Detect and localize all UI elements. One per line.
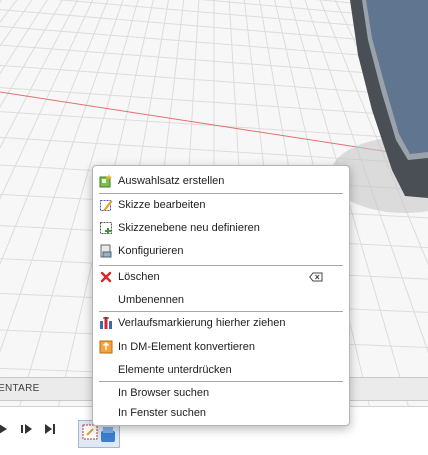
selection-set-icon	[99, 174, 113, 188]
step-forward-icon[interactable]	[20, 422, 34, 436]
convert-dm-icon	[99, 340, 113, 354]
menu-item-skizzenebene-neu-definieren[interactable]: Skizzenebene neu definieren	[93, 217, 349, 239]
menu-item-label: Löschen	[118, 271, 160, 283]
menu-item-skizze-bearbeiten[interactable]: Skizze bearbeiten	[93, 194, 349, 216]
menu-item-label: Elemente unterdrücken	[118, 364, 232, 376]
context-menu: Auswahlsatz erstellen Skizze bearbeiten …	[92, 165, 350, 426]
delete-icon	[99, 270, 113, 284]
menu-item-label: Verlaufsmarkierung hierher ziehen	[118, 317, 286, 329]
end-icon[interactable]	[43, 422, 57, 436]
menu-item-auswahlsatz-erstellen[interactable]: Auswahlsatz erstellen	[93, 170, 349, 192]
comments-panel-label: ENTARE	[0, 383, 40, 394]
edit-sketch-icon	[99, 198, 113, 212]
menu-item-label: Umbenennen	[118, 294, 185, 306]
menu-item-konfigurieren[interactable]: Konfigurieren	[93, 240, 349, 262]
backspace-key-icon	[309, 272, 323, 282]
menu-item-in-dm-element-konvertieren[interactable]: In DM-Element konvertieren	[93, 336, 349, 358]
menu-item-elemente-unterdruecken[interactable]: Elemente unterdrücken	[93, 359, 349, 381]
menu-item-label: Konfigurieren	[118, 245, 184, 257]
menu-item-label: In DM-Element konvertieren	[118, 341, 255, 353]
configure-icon	[99, 244, 113, 258]
menu-item-label: Skizzenebene neu definieren	[118, 222, 260, 234]
menu-item-in-fenster-suchen[interactable]: In Fenster suchen	[93, 402, 349, 424]
menu-item-label: In Browser suchen	[118, 387, 210, 399]
redefine-plane-icon	[99, 221, 113, 235]
history-marker-icon	[99, 316, 113, 330]
play-icon[interactable]	[0, 422, 10, 436]
menu-item-verlaufsmarkierung-hierher-ziehen[interactable]: Verlaufsmarkierung hierher ziehen	[93, 312, 349, 334]
menu-item-label: In Fenster suchen	[118, 407, 207, 419]
menu-item-label: Auswahlsatz erstellen	[118, 175, 225, 187]
menu-item-in-browser-suchen[interactable]: In Browser suchen	[93, 382, 349, 404]
menu-item-umbenennen[interactable]: Umbenennen	[93, 289, 349, 311]
menu-item-loeschen[interactable]: Löschen	[93, 266, 349, 288]
menu-item-label: Skizze bearbeiten	[118, 199, 206, 211]
